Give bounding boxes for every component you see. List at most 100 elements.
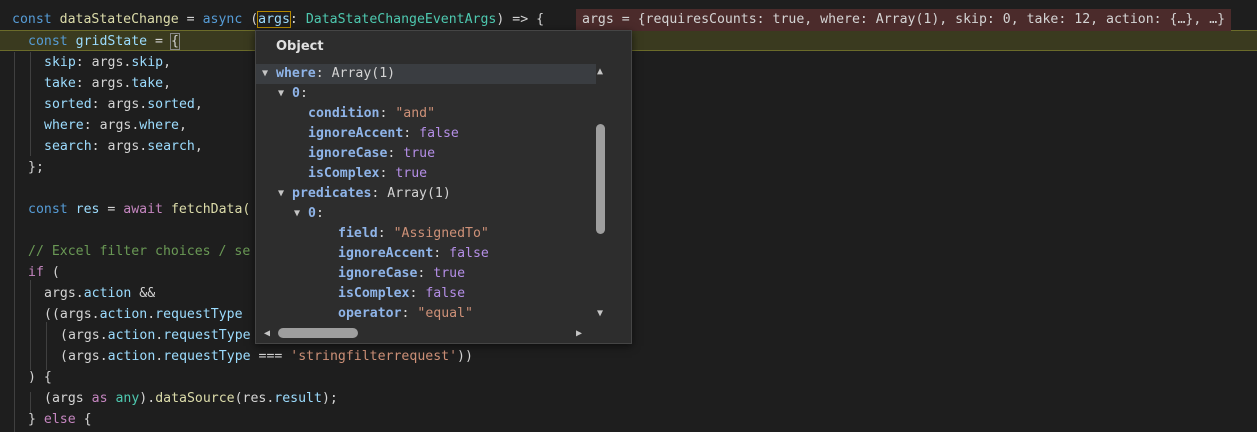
tree-row[interactable]: ignoreCase: true — [256, 144, 596, 164]
tree-sep: : — [371, 186, 388, 201]
scroll-left-icon[interactable]: ◀ — [264, 328, 270, 339]
token: any — [115, 391, 140, 406]
tree-value: true — [395, 166, 428, 181]
expand-twisty-icon[interactable]: ▼ — [294, 204, 300, 224]
token: action — [107, 328, 156, 343]
inline-value-hint[interactable]: args = {requiresCounts: true, where: Arr… — [576, 9, 1232, 31]
token: 'stringfilterrequest' — [290, 349, 458, 364]
popup-title: Object — [276, 39, 324, 54]
token: action — [107, 349, 156, 364]
code-line[interactable]: (args.action.requestType === 'stringfilt… — [0, 346, 1257, 367]
tree-sep: : — [379, 106, 396, 121]
tree-key: condition — [308, 106, 380, 121]
token: , — [163, 55, 172, 70]
tree-row[interactable]: ignoreCase: true — [256, 264, 596, 284]
token: where — [139, 118, 179, 133]
code-line[interactable]: ) { — [0, 367, 1257, 388]
tree-key: field — [338, 226, 378, 241]
tree-row[interactable]: operator: "equal" — [256, 304, 596, 324]
token: args. — [44, 286, 84, 301]
tree-value: "and" — [395, 106, 436, 121]
tree-value: "equal" — [417, 306, 473, 321]
tree-key: ignoreAccent — [338, 246, 434, 261]
tree-sep: : — [379, 166, 396, 181]
token: : args. — [91, 97, 148, 112]
token: skip — [44, 55, 76, 70]
tree-value: true — [433, 266, 466, 281]
token: as — [91, 391, 116, 406]
token: (res. — [234, 391, 275, 406]
token: take — [131, 76, 164, 91]
tree-row[interactable]: isComplex: false — [256, 284, 596, 304]
tree-sep: : — [409, 286, 426, 301]
tree-row[interactable]: isComplex: true — [256, 164, 596, 184]
tree-row[interactable]: field: "AssignedTo" — [256, 224, 596, 244]
scroll-thumb[interactable] — [596, 124, 605, 234]
token: action — [99, 307, 148, 322]
scroll-right-icon[interactable]: ▶ — [576, 328, 582, 339]
tree-key: 0 — [308, 206, 316, 221]
token: await — [123, 202, 171, 217]
token: : args. — [83, 118, 140, 133]
tree-key: predicates — [292, 186, 372, 201]
code-line[interactable]: (args as any).dataSource(res.result); — [0, 388, 1257, 409]
token: const — [28, 202, 76, 217]
token: if — [28, 265, 44, 280]
expand-twisty-icon[interactable]: ▼ — [278, 84, 284, 104]
tree-value: false — [419, 126, 459, 141]
tree-key: isComplex — [338, 286, 410, 301]
token: search — [147, 139, 195, 154]
token: ((args. — [44, 307, 100, 322]
tree-row[interactable]: ▼ 0: — [256, 204, 596, 224]
tree-row[interactable]: ignoreAccent: false — [256, 124, 596, 144]
token: (args. — [60, 328, 108, 343]
token: sorted — [44, 97, 92, 112]
token: ); — [321, 391, 338, 406]
horizontal-scroll-thumb[interactable] — [278, 328, 358, 338]
tree-value: true — [403, 146, 436, 161]
scroll-up-icon[interactable]: ▲ — [597, 66, 603, 77]
tree-value: false — [425, 286, 466, 301]
token: : args. — [75, 76, 132, 91]
tree-sep: : — [299, 86, 308, 101]
token: (args — [44, 391, 92, 406]
token: requestType — [163, 349, 251, 364]
token: === — [250, 349, 291, 364]
token: (args. — [60, 349, 108, 364]
token: } — [28, 412, 44, 427]
token: : — [289, 12, 306, 27]
expand-twisty-icon[interactable]: ▼ — [262, 64, 268, 84]
scroll-down-icon[interactable]: ▼ — [597, 308, 603, 319]
hovered-token[interactable]: args — [257, 11, 291, 28]
tree-row[interactable]: ▼ where: Array(1) — [256, 64, 596, 84]
tree-key: operator — [338, 306, 402, 321]
token: ). — [139, 391, 156, 406]
tree-value: Array(1) — [331, 66, 396, 81]
token: requestType — [163, 328, 251, 343]
vertical-scrollbar[interactable]: ▲ ▼ — [592, 64, 610, 326]
code-line[interactable]: } else { — [0, 409, 1257, 430]
tree-row[interactable]: condition: "and" — [256, 104, 596, 124]
debug-hover-popup[interactable]: Object ▼ where: Array(1) ▼ 0: condition: "an… — [255, 30, 632, 344]
tree-sep: : — [377, 226, 394, 241]
token: = — [147, 34, 171, 49]
token: requestType — [155, 307, 243, 322]
tree-key: ignoreCase — [308, 146, 388, 161]
comment: // Excel filter choices / se — [28, 244, 251, 259]
token: DataStateChangeEventArgs — [305, 12, 497, 27]
token: result — [274, 391, 322, 406]
tree-key: where — [276, 66, 316, 81]
tree-value: "AssignedTo" — [393, 226, 489, 241]
tree-sep: : — [315, 206, 324, 221]
token: take — [44, 76, 76, 91]
token: const — [28, 34, 76, 49]
tree-row[interactable]: ▼ 0: — [256, 84, 596, 104]
tree-row[interactable]: ignoreAccent: false — [256, 244, 596, 264]
token: gridState — [75, 34, 148, 49]
tree-row[interactable]: ▼ predicates: Array(1) — [256, 184, 596, 204]
token: , — [178, 118, 187, 133]
token: dataStateChange — [59, 12, 179, 27]
token: , — [194, 97, 203, 112]
object-tree[interactable]: ▼ where: Array(1) ▼ 0: condition: "and" ignor… — [256, 64, 596, 326]
expand-twisty-icon[interactable]: ▼ — [278, 184, 284, 204]
